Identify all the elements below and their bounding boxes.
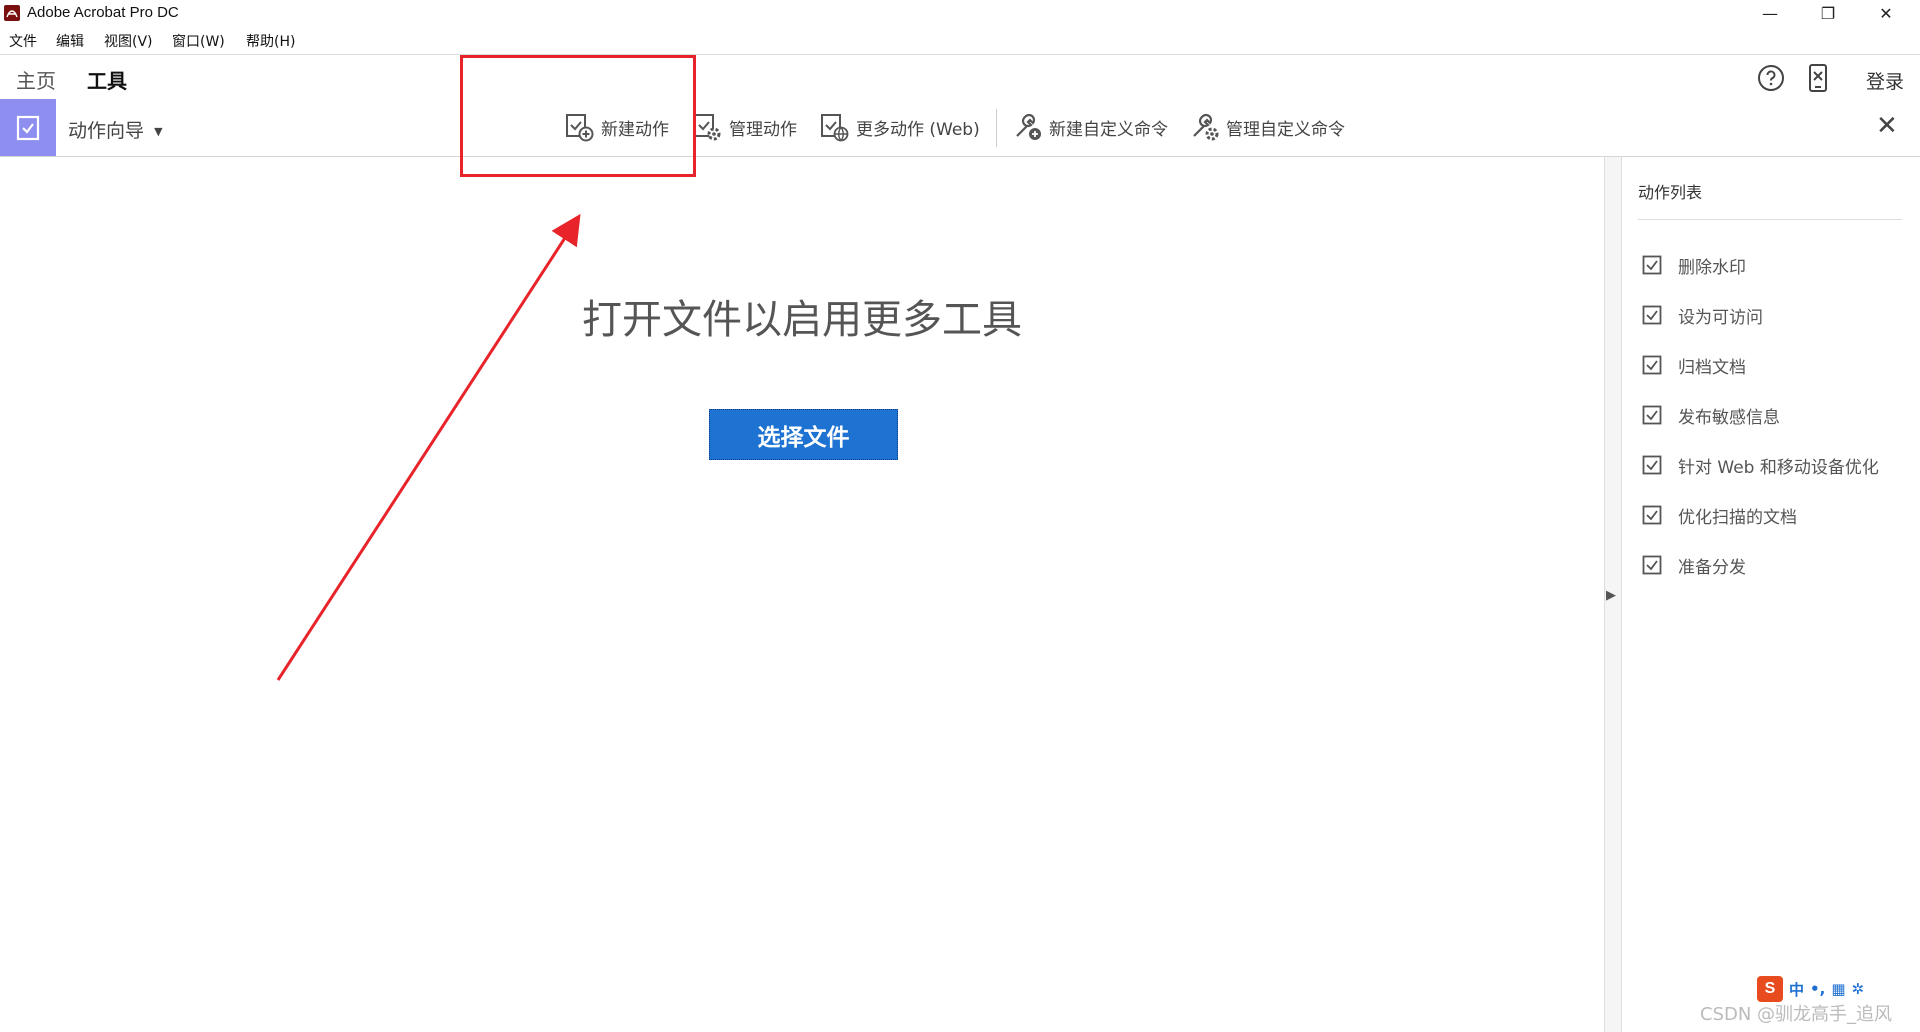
menu-window[interactable]: 窗口(W) [172,31,225,51]
tool-selector-dropdown[interactable]: 动作向导 ▼ [68,116,163,143]
action-item-label: 针对 Web 和移动设备优化 [1678,457,1879,478]
main-content: 打开文件以启用更多工具 选择文件 [0,157,1604,1032]
action-list-item[interactable]: 发布敏感信息 [1642,400,1780,430]
caret-down-icon: ▼ [154,125,163,138]
new-custom-command-button[interactable]: 新建自定义命令 [1013,112,1168,142]
action-list-item[interactable]: 设为可访问 [1642,300,1763,330]
restore-button[interactable]: ❐ [1804,0,1852,27]
tab-home[interactable]: 主页 [16,65,56,94]
new-custom-command-icon [1016,113,1041,140]
ime-mode-label[interactable]: 中 [1789,979,1804,1000]
action-checkbox-icon [1642,405,1662,425]
action-item-label: 删除水印 [1678,257,1746,278]
action-item-label: 准备分发 [1678,557,1746,578]
ime-punct-label[interactable]: •, [1810,980,1825,998]
tab-tools[interactable]: 工具 [87,65,127,103]
action-list-item[interactable]: 准备分发 [1642,550,1746,580]
help-icon[interactable] [1757,64,1785,96]
mobile-link-icon[interactable] [1808,63,1828,97]
action-item-label: 归档文档 [1678,357,1746,378]
minimize-button[interactable]: — [1746,0,1794,27]
action-item-label: 设为可访问 [1678,307,1763,328]
action-list-panel: 动作列表 删除水印 设为可访问 归档文档 发布敏感信息 针对 Web 和移动设备… [1622,157,1920,1032]
ime-settings-icon[interactable]: ✲ [1852,980,1865,998]
action-item-label: 发布敏感信息 [1678,407,1780,428]
panel-divider-line [1638,219,1902,220]
menu-help[interactable]: 帮助(H) [246,31,295,51]
acrobat-logo-icon [4,5,20,21]
close-window-button[interactable]: ✕ [1862,0,1910,27]
toolbar-separator [996,109,997,147]
manage-custom-command-icon [1193,113,1219,141]
annotation-highlight-box [460,55,696,177]
login-link[interactable]: 登录 [1866,67,1904,94]
manage-custom-command-label: 管理自定义命令 [1226,119,1345,140]
menu-file[interactable]: 文件 [9,31,37,51]
menu-bar: 文件 编辑 视图(V) 窗口(W) 帮助(H) [0,27,1920,54]
close-tool-button[interactable]: ✕ [1876,111,1898,141]
select-file-button[interactable]: 选择文件 [709,409,898,460]
action-wizard-icon [0,99,56,156]
tool-toolbar: 动作向导 ▼ 新建动作 管理动作 更多动作 (Web) 新建自定义命令 管理自定… [0,99,1920,157]
tab-bar: 主页 工具 登录 [0,54,1920,103]
action-checkbox-icon [1642,555,1662,575]
window-title: Adobe Acrobat Pro DC [27,4,179,21]
title-bar: Adobe Acrobat Pro DC — ❐ ✕ [0,0,1920,27]
action-list-item[interactable]: 针对 Web 和移动设备优化 [1642,450,1879,480]
new-custom-command-label: 新建自定义命令 [1049,119,1168,140]
action-checkbox-icon [1642,355,1662,375]
action-list-item[interactable]: 归档文档 [1642,350,1746,380]
manage-custom-command-button[interactable]: 管理自定义命令 [1190,112,1345,142]
more-actions-web-label: 更多动作 (Web) [856,119,980,140]
sogou-logo-icon: S [1757,976,1783,1002]
collapse-panel-arrow-icon[interactable]: ▶ [1606,588,1616,603]
ime-keyboard-icon[interactable]: ▦ [1831,980,1845,998]
action-list-item[interactable]: 优化扫描的文档 [1642,500,1797,530]
action-checkbox-icon [1642,255,1662,275]
ime-toolbar[interactable]: S 中 •, ▦ ✲ [1757,975,1865,1003]
action-checkbox-icon [1642,505,1662,525]
watermark-text: CSDN @驯龙高手_追风 [1700,1004,1893,1025]
action-checkbox-icon [1642,305,1662,325]
action-checkbox-icon [1642,455,1662,475]
menu-view[interactable]: 视图(V) [104,31,153,51]
manage-actions-button[interactable]: 管理动作 [693,112,797,142]
tool-name-label: 动作向导 [68,120,145,142]
menu-edit[interactable]: 编辑 [56,31,84,51]
more-actions-web-icon [821,114,849,142]
action-item-label: 优化扫描的文档 [1678,507,1797,528]
more-actions-web-button[interactable]: 更多动作 (Web) [820,112,980,142]
manage-actions-label: 管理动作 [729,119,797,140]
action-list-title: 动作列表 [1638,183,1703,202]
action-list-item[interactable]: 删除水印 [1642,250,1746,280]
manage-actions-icon [694,114,721,141]
open-file-message: 打开文件以启用更多工具 [582,297,1022,343]
